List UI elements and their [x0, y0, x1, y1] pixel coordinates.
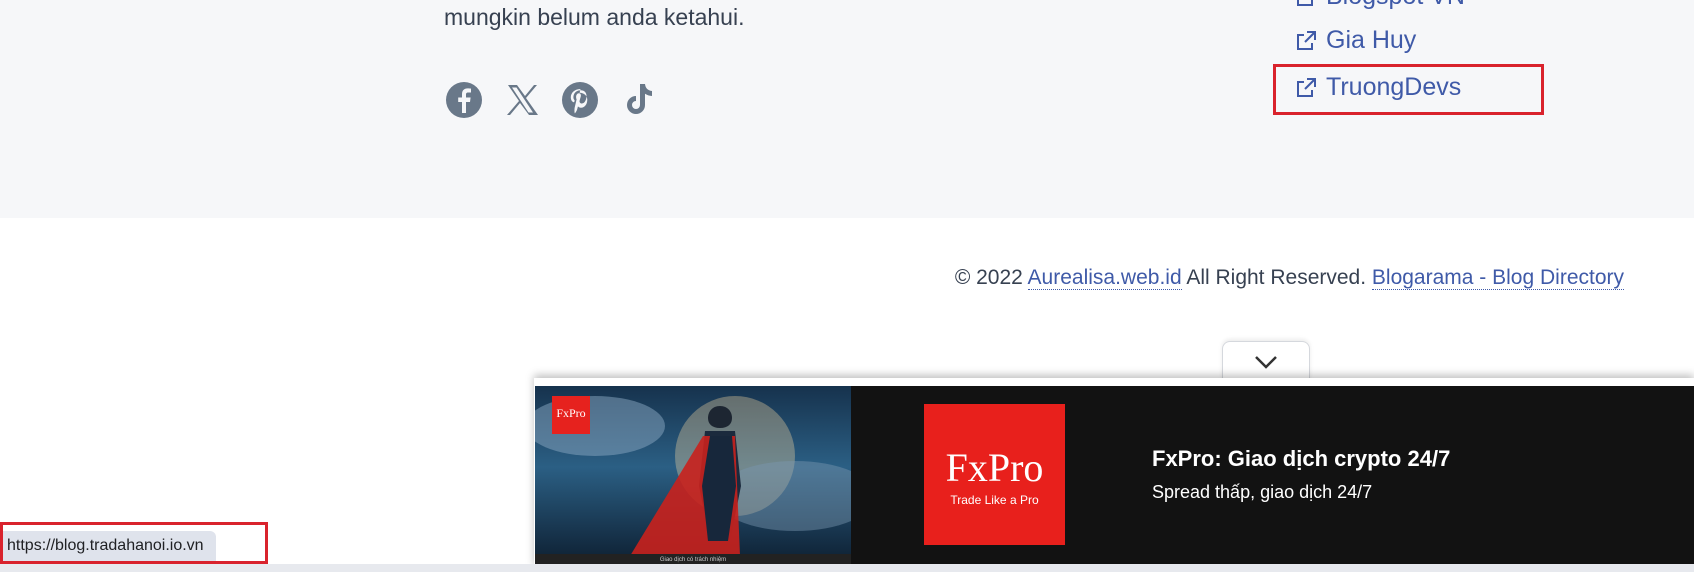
fxpro-logo-text: FxPro: [945, 445, 1044, 490]
about-text: mungkin belum anda ketahui.: [444, 4, 745, 30]
facebook-icon[interactable]: [444, 80, 484, 120]
link-label: Blogspot VN: [1326, 0, 1465, 11]
ad-title[interactable]: FxPro: Giao dịch crypto 24/7: [1152, 446, 1450, 472]
external-link-icon: [1297, 0, 1313, 6]
copyright-prefix: © 2022: [954, 266, 1023, 289]
ad-collapse-button[interactable]: [1222, 341, 1310, 382]
ad-description: Spread thấp, giao dịch 24/7: [1152, 482, 1373, 502]
fxpro-logo[interactable]: FxPro Trade Like a Pro: [924, 404, 1065, 545]
bottom-strip: [0, 564, 1694, 572]
highlight-box-status-url: [0, 522, 268, 564]
ad-image-logo: FxPro: [552, 396, 590, 434]
copyright: © 2022 Aurealisa.web.id All Right Reserv…: [955, 266, 1624, 290]
highlight-box-truongdevs: [1273, 64, 1544, 115]
fxpro-tagline: Trade Like a Pro: [950, 493, 1039, 507]
link-blogspot-vn[interactable]: Blogspot VN: [1294, 0, 1465, 11]
tiktok-icon[interactable]: [618, 80, 658, 120]
pinterest-icon[interactable]: [560, 80, 600, 120]
external-link-icon: [1297, 30, 1316, 50]
link-gia-huy[interactable]: Gia Huy: [1294, 26, 1416, 55]
chevron-down-icon: [1255, 356, 1277, 369]
ad-content[interactable]: FxPro Giao dịch có trách nhiệm FxPro Tra…: [535, 386, 1694, 566]
link-label: Gia Huy: [1326, 26, 1417, 54]
blog-directory-link[interactable]: Blogarama - Blog Directory: [1371, 266, 1624, 290]
copyright-middle: All Right Reserved.: [1186, 266, 1367, 289]
site-link[interactable]: Aurealisa.web.id: [1027, 266, 1182, 290]
x-icon[interactable]: [502, 80, 542, 120]
footer-top-section: mungkin belum anda ketahui. Blogspot VN …: [0, 0, 1694, 218]
ad-hero-image[interactable]: FxPro Giao dịch có trách nhiệm: [535, 386, 851, 566]
